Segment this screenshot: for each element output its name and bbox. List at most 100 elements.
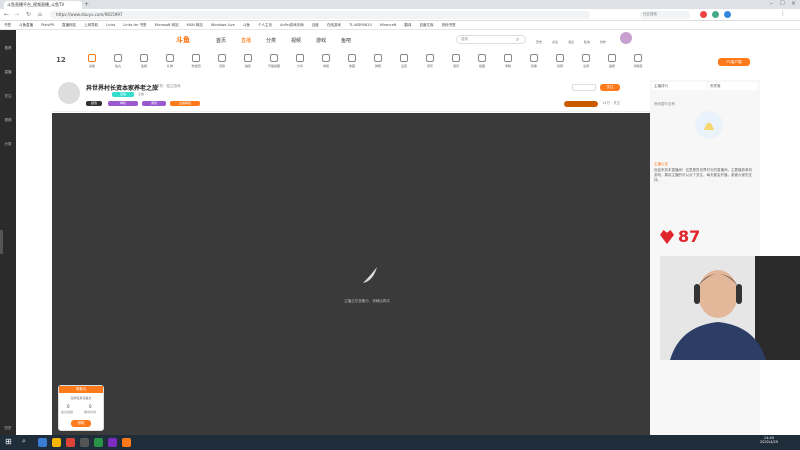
tool-item[interactable]: 设置 xyxy=(392,54,416,68)
app-icon[interactable] xyxy=(94,438,103,447)
room-category[interactable]: 单机 · 独立游戏 xyxy=(156,84,180,89)
bookmark[interactable]: 上网导航 xyxy=(84,23,98,28)
minimize-icon[interactable]: – xyxy=(770,0,773,7)
new-tab-icon[interactable]: + xyxy=(84,1,89,8)
tool-item[interactable]: 清晰度 xyxy=(626,54,650,68)
browser-search-input[interactable]: 在此搜索 xyxy=(640,11,690,19)
url-input[interactable]: https://www.douyu.com/9815997 xyxy=(50,11,590,19)
video-player[interactable]: 主播正在准备中，请稍后再试 xyxy=(52,113,650,435)
tool-item[interactable]: 举报 xyxy=(314,54,338,68)
follow-button[interactable]: 关注 xyxy=(600,84,620,91)
tab-rank[interactable]: 主播排行 xyxy=(652,82,706,90)
bookmark[interactable]: 书签 xyxy=(4,23,11,28)
extension-icon[interactable] xyxy=(712,11,719,18)
tool-item[interactable]: 音乐 xyxy=(418,54,442,68)
sidebar-item-follow[interactable]: 关注 xyxy=(0,78,16,102)
nav-fishbar[interactable]: 鱼吧 xyxy=(341,37,351,44)
tool-item[interactable]: 弹幕 xyxy=(366,54,390,68)
nav-game[interactable]: 游戏 xyxy=(316,37,326,44)
sidebar-item-category[interactable]: 分类 xyxy=(0,126,16,150)
tool-item[interactable]: 粉丝团 xyxy=(184,54,208,68)
back-icon[interactable]: ← xyxy=(4,11,9,18)
popup-claim-button[interactable]: 领取 xyxy=(71,420,91,427)
extension-icon[interactable] xyxy=(700,11,707,18)
chrome-icon[interactable] xyxy=(66,438,75,447)
maximize-icon[interactable]: □ xyxy=(780,0,785,6)
tool-item[interactable]: 画质 xyxy=(600,54,624,68)
bookmark[interactable]: Links xyxy=(106,23,115,27)
explorer-icon[interactable] xyxy=(52,438,61,447)
bookmark[interactable]: Microsoft 网站 xyxy=(155,23,179,28)
header-message[interactable]: 消息 xyxy=(568,40,574,44)
taskview-icon[interactable] xyxy=(38,438,47,447)
tool-item[interactable]: 鱼丸 xyxy=(106,54,130,68)
home-icon[interactable]: ⌂ xyxy=(38,11,42,18)
sidebar-scroll-handle[interactable] xyxy=(0,230,3,254)
tool-item[interactable]: 分享 xyxy=(288,54,312,68)
bookmark[interactable]: 其他书签 xyxy=(442,23,456,28)
tool-item[interactable]: 投屏 xyxy=(548,54,572,68)
bookmark[interactable]: MSN 网站 xyxy=(187,23,203,28)
header-follow[interactable]: 关注 xyxy=(552,40,558,44)
tool-item[interactable]: 抽奖 xyxy=(236,54,260,68)
header-create[interactable]: 创作 xyxy=(600,40,606,44)
streamer-avatar[interactable] xyxy=(58,82,80,104)
bookmark[interactable]: 个人主页 xyxy=(258,23,272,28)
header-history[interactable]: 历史 xyxy=(536,40,542,44)
tool-item[interactable]: 截图 xyxy=(470,54,494,68)
nav-category[interactable]: 分类 xyxy=(266,37,276,44)
tool-item[interactable]: 鱼翅 xyxy=(132,54,156,68)
search-icon[interactable]: ⌕ xyxy=(516,36,519,44)
menu-icon[interactable]: ⋮ xyxy=(780,10,786,17)
bookmark[interactable]: 百度 xyxy=(312,23,319,28)
bookmark[interactable]: Minecraft xyxy=(380,23,396,27)
bookmark[interactable]: 斗鱼直播 xyxy=(19,23,33,28)
bookmark[interactable]: 翻译 xyxy=(404,23,411,28)
bookmark[interactable]: Links for 书签 xyxy=(123,23,146,28)
forward-icon[interactable]: → xyxy=(14,11,19,18)
tool-item[interactable]: 镜像 xyxy=(522,54,546,68)
sidebar-item-live[interactable]: 直播 xyxy=(0,54,16,78)
sidebar-item-recommend[interactable]: 推荐 xyxy=(0,30,16,54)
nav-home[interactable]: 首页 xyxy=(216,37,226,44)
app-icon[interactable] xyxy=(80,438,89,447)
tool-item[interactable]: 勋章 xyxy=(80,54,104,68)
search-icon[interactable]: ⌕ xyxy=(22,437,26,446)
app-icon[interactable] xyxy=(108,438,117,447)
reload-icon[interactable]: ↻ xyxy=(26,11,31,18)
sidebar-item-history[interactable]: 历史 xyxy=(0,410,16,434)
gift-button[interactable] xyxy=(564,101,598,107)
tool-item[interactable]: 竞猜 xyxy=(210,54,234,68)
tool-item[interactable]: 开播提醒 xyxy=(262,54,286,68)
share-button[interactable] xyxy=(572,84,596,91)
bookmark[interactable]: 在线游戏 xyxy=(327,23,341,28)
tool-item[interactable]: 收藏 xyxy=(340,54,364,68)
clock[interactable]: 14:40 2022/4/29 xyxy=(760,436,778,444)
user-avatar[interactable] xyxy=(620,32,632,44)
tool-item[interactable]: 全屏 xyxy=(574,54,598,68)
bookmark[interactable]: 百度文库 xyxy=(420,23,434,28)
tool-item[interactable]: 礼物 xyxy=(158,54,182,68)
bookmark[interactable]: 直播网站 xyxy=(62,23,76,28)
douyu-logo[interactable]: 斗鱼 xyxy=(176,35,190,45)
tool-item[interactable]: 游戏 xyxy=(444,54,468,68)
close-window-icon[interactable]: × xyxy=(791,0,796,7)
nav-live[interactable]: 直播 xyxy=(241,37,251,44)
tab-vip[interactable]: 贵宾席 xyxy=(708,82,758,90)
extension-icon[interactable] xyxy=(724,11,731,18)
bookmark[interactable]: TL-WDR5620 xyxy=(349,23,372,27)
tool-item[interactable]: 录制 xyxy=(496,54,520,68)
sidebar-item-video[interactable]: 视频 xyxy=(0,102,16,126)
browser-tab[interactable]: 斗鱼直播平台_视频直播_斗鱼TV xyxy=(4,1,82,9)
app-icon[interactable] xyxy=(122,438,131,447)
bookmark[interactable]: AnFei游戏手柄 xyxy=(280,23,304,28)
nav-video[interactable]: 视频 xyxy=(291,37,301,44)
bookmark[interactable]: PixivPR xyxy=(41,23,54,27)
bookmark[interactable]: Windows Live xyxy=(211,23,235,27)
start-icon[interactable]: ⊞ xyxy=(5,437,12,446)
room-tag[interactable]: 主播 xyxy=(138,92,144,96)
pc-client-button[interactable]: PC客户端 xyxy=(718,58,750,66)
bookmark[interactable]: 斗鱼 xyxy=(243,23,250,28)
header-dm[interactable]: 私信 xyxy=(584,40,590,44)
room-tag[interactable]: 直播 xyxy=(112,92,134,97)
